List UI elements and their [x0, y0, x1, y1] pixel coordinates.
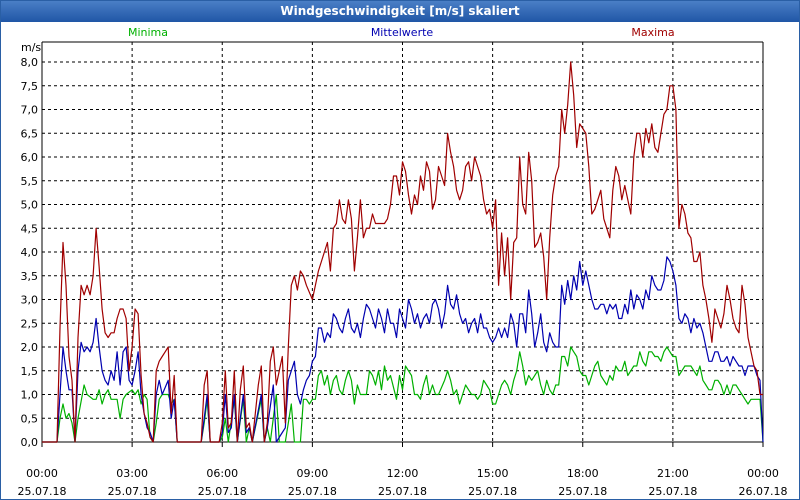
x-tick-date: 25.07.18 [198, 485, 247, 498]
x-tick-time: 09:00 [297, 467, 329, 480]
x-tick-time: 00:00 [26, 467, 58, 480]
legend-mittelwerte: Mittelwerte [371, 26, 434, 39]
x-tick-date: 25.07.18 [18, 485, 67, 498]
x-tick-time: 15:00 [477, 467, 509, 480]
x-tick-date: 25.07.18 [378, 485, 427, 498]
y-tick-label: 0,0 [21, 436, 39, 449]
y-tick-label: 6,0 [21, 151, 39, 164]
y-tick-label: 4,0 [21, 246, 39, 259]
x-tick-time: 12:00 [387, 467, 419, 480]
x-tick-date: 26.07.18 [739, 485, 788, 498]
x-tick-time: 03:00 [116, 467, 148, 480]
legend-minima: Minima [128, 26, 168, 39]
x-tick-time: 00:00 [747, 467, 779, 480]
y-axis-unit: m/s [21, 41, 41, 54]
y-tick-label: 1,0 [21, 389, 39, 402]
x-tick-date: 25.07.18 [288, 485, 337, 498]
y-tick-label: 2,5 [21, 317, 39, 330]
y-tick-label: 5,5 [21, 175, 39, 188]
legend-maxima: Maxima [631, 26, 674, 39]
y-tick-label: 2,0 [21, 341, 39, 354]
x-tick-time: 18:00 [567, 467, 599, 480]
y-tick-label: 6,5 [21, 127, 39, 140]
x-tick-time: 06:00 [206, 467, 238, 480]
x-tick-date: 25.07.18 [558, 485, 607, 498]
y-tick-label: 3,0 [21, 294, 39, 307]
y-tick-label: 3,5 [21, 270, 39, 283]
x-tick-time: 21:00 [657, 467, 689, 480]
y-tick-label: 8,0 [21, 56, 39, 69]
y-tick-label: 1,5 [21, 365, 39, 378]
x-tick-date: 25.07.18 [108, 485, 157, 498]
y-tick-label: 4,5 [21, 222, 39, 235]
y-tick-label: 7,5 [21, 80, 39, 93]
y-tick-label: 0,5 [21, 412, 39, 425]
x-tick-date: 25.07.18 [468, 485, 517, 498]
x-tick-date: 25.07.18 [648, 485, 697, 498]
chart-window: Windgeschwindigkeit [m/s] skaliert 0,0 0,… [0, 0, 800, 500]
line-chart: 0,0 0,5 1,0 1,5 2,0 2,5 3,0 3,5 4,0 4,5 5,0 5,5 6,0 6… [18, 26, 788, 498]
y-tick-label: 7,0 [21, 104, 39, 117]
y-tick-label: 5,0 [21, 199, 39, 212]
